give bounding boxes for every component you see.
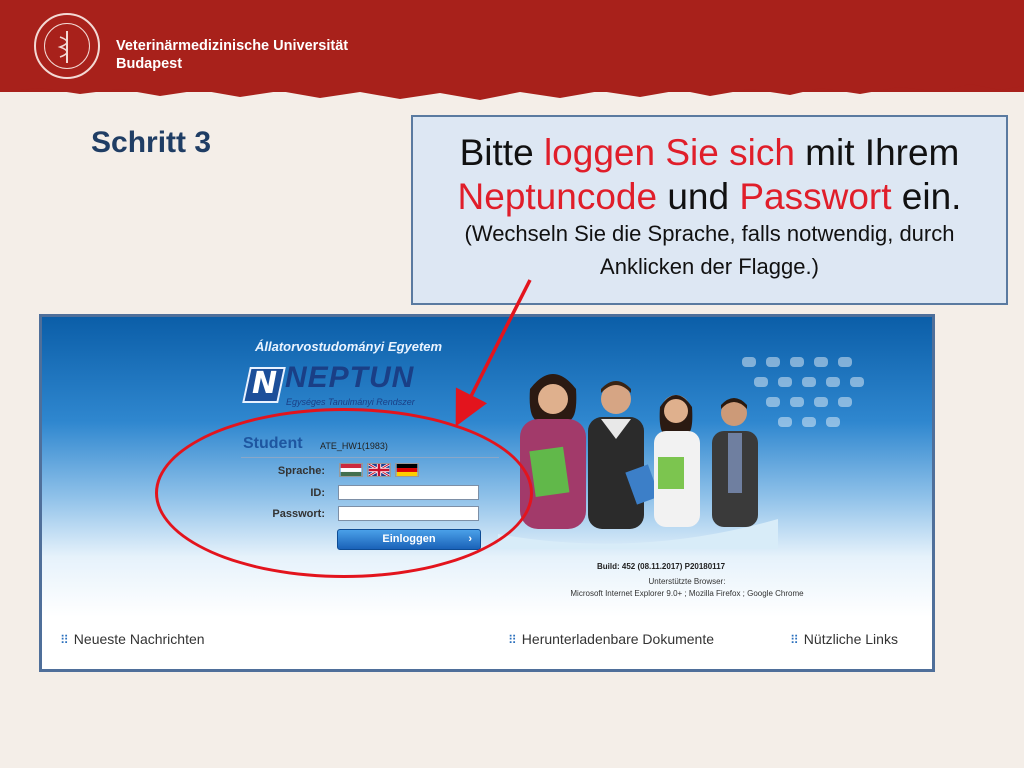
university-name-line1: Veterinärmedizinische Universität	[116, 38, 349, 54]
university-name-line2: Budapest	[116, 56, 183, 72]
institution-name: Állatorvostudományi Egyetem	[255, 339, 443, 354]
university-seal-icon	[34, 13, 100, 79]
grid-icon: ⠿	[508, 633, 517, 647]
footer-link-news[interactable]: ⠿ Neueste Nachrichten	[60, 631, 205, 647]
header-torn-edge	[0, 78, 1024, 100]
grid-icon: ⠿	[60, 633, 69, 647]
instruction-word: Bitte	[459, 132, 544, 173]
neptun-logo-letter: N	[252, 366, 278, 401]
footer-link-useful[interactable]: ⠿ Nützliche Links	[790, 631, 898, 647]
instruction-highlight: loggen Sie sich	[543, 132, 795, 173]
instruction-callout: Bitte loggen Sie sich mit Ihrem Neptunco…	[411, 115, 1008, 305]
grid-icon: ⠿	[790, 633, 799, 647]
build-info: Build: 452 (08.11.2017) P20180117	[597, 562, 726, 571]
footer-link-documents[interactable]: ⠿ Herunterladenbare Dokumente	[508, 631, 714, 647]
students-photo	[498, 374, 778, 549]
instruction-word: ein.	[891, 176, 962, 217]
instruction-hint-line2: Anklicken der Flagge.)	[600, 254, 819, 279]
neptun-logo-text: NEPTUN	[285, 361, 415, 394]
step-label: Schritt 3	[91, 126, 212, 159]
supported-browsers: Unterstützte Browser: Microsoft Internet…	[522, 576, 852, 600]
supported-browsers-list: Microsoft Internet Explorer 9.0+ ; Mozil…	[570, 589, 804, 598]
instruction-hint-line1: (Wechseln Sie die Sprache, falls notwend…	[464, 221, 955, 246]
instruction-word: und	[657, 176, 740, 217]
instruction-word: mit Ihrem	[794, 132, 960, 173]
footer-link-label: Neueste Nachrichten	[73, 631, 205, 647]
neptun-logo-subtitle: Egységes Tanulmányi Rendszer	[286, 397, 415, 407]
instruction-text: Bitte loggen Sie sich mit Ihrem Neptunco…	[413, 131, 1006, 219]
footer-link-label: Herunterladenbare Dokumente	[521, 631, 715, 647]
instruction-highlight: Neptuncode	[457, 176, 658, 217]
supported-browsers-title: Unterstützte Browser:	[648, 577, 726, 586]
footer-link-label: Nützliche Links	[803, 631, 898, 647]
university-name: Veterinärmedizinische Universität Budape…	[116, 37, 416, 73]
instruction-highlight: Passwort	[739, 176, 892, 217]
highlight-ellipse	[155, 408, 533, 578]
instruction-hint: (Wechseln Sie die Sprache, falls notwend…	[413, 217, 1006, 283]
